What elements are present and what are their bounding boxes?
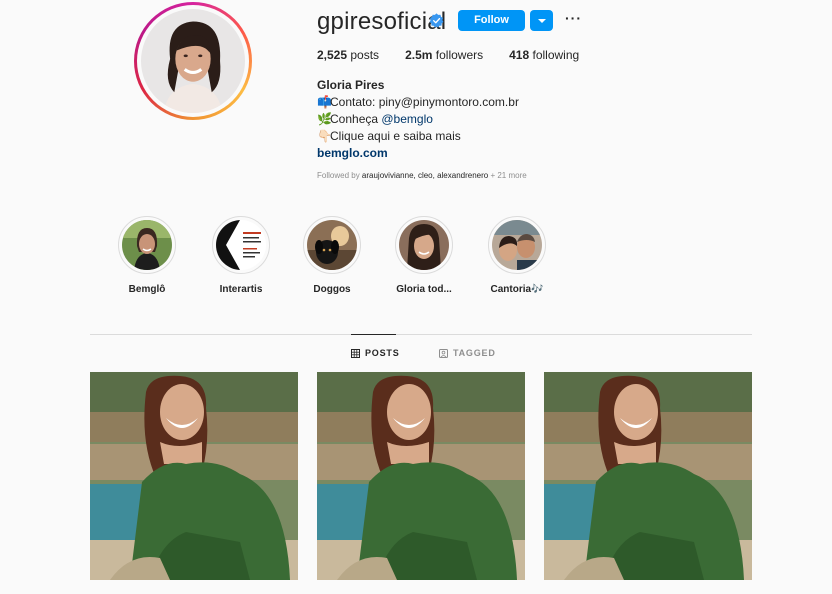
highlight-cover <box>492 220 542 270</box>
bio-contact-text: Contato: piny@pinymontoro.com.br <box>330 95 519 109</box>
mailbox-icon: 📫 <box>317 95 332 109</box>
highlight-cover <box>399 220 449 270</box>
followed-by-prefix: Followed by <box>317 171 362 180</box>
highlight-cover-image <box>307 220 357 270</box>
tab-tagged[interactable]: TAGGED <box>439 348 496 358</box>
followed-by-text[interactable]: Followed by araujovivianne, cleo, alexan… <box>317 171 527 180</box>
post-thumbnail[interactable] <box>317 372 525 580</box>
pointing-down-icon: 👇🏻 <box>317 129 332 143</box>
herb-icon: 🌿 <box>317 112 332 126</box>
highlight-ring <box>212 216 270 274</box>
followers-count-value: 2.5m <box>405 48 433 62</box>
highlight-cover-image <box>399 220 449 270</box>
following-link[interactable]: 418 following <box>509 48 579 62</box>
follow-button[interactable]: Follow <box>458 10 525 31</box>
posts-count-label: posts <box>350 48 380 62</box>
more-options-icon[interactable]: ··· <box>565 9 581 27</box>
highlight-label: Interartis <box>219 284 263 295</box>
profile-bio: Gloria Pires 📫Contato: piny@pinymontoro.… <box>317 77 519 162</box>
highlight-ring <box>303 216 361 274</box>
highlight-interartis[interactable]: Interartis <box>206 216 276 295</box>
bio-cta-line: 👇🏻Clique aqui e saiba mais <box>317 128 519 145</box>
highlight-label: Cantoria🎶 <box>490 284 544 295</box>
highlight-cover-image <box>216 220 266 270</box>
avatar <box>141 9 245 113</box>
following-count-value: 418 <box>509 48 530 62</box>
highlight-ring <box>395 216 453 274</box>
highlight-cover <box>216 220 266 270</box>
avatar-border <box>137 5 249 117</box>
post-image <box>317 372 525 580</box>
highlight-cover <box>307 220 357 270</box>
highlight-cover-image <box>492 220 542 270</box>
highlight-ring <box>118 216 176 274</box>
grid-icon <box>351 348 360 358</box>
post-thumbnail[interactable] <box>90 372 298 580</box>
tab-posts-label: POSTS <box>365 348 400 358</box>
highlight-ring <box>488 216 546 274</box>
highlight-cover <box>122 220 172 270</box>
posts-count-value: 2,525 <box>317 48 348 62</box>
avatar-photo <box>141 9 245 113</box>
post-image <box>544 372 752 580</box>
bio-cta-text: Clique aqui e saiba mais <box>330 129 461 143</box>
highlight-gloria-todos[interactable]: Gloria tod... <box>389 216 459 295</box>
tab-tagged-label: TAGGED <box>453 348 496 358</box>
following-label: following <box>532 48 580 62</box>
highlight-doggos[interactable]: Doggos <box>297 216 367 295</box>
bio-contact-line: 📫Contato: piny@pinymontoro.com.br <box>317 94 519 111</box>
followers-link[interactable]: 2.5m followers <box>405 48 483 62</box>
post-thumbnail[interactable] <box>544 372 752 580</box>
bio-brand-text: Conheça <box>330 112 382 126</box>
tag-user-icon <box>439 348 448 358</box>
website-link[interactable]: bemglo.com <box>317 145 519 162</box>
highlight-label: Bemglô <box>128 284 166 295</box>
profile-full-name: Gloria Pires <box>317 78 385 92</box>
highlight-label: Gloria tod... <box>396 284 452 295</box>
highlight-cover-image <box>122 220 172 270</box>
active-tab-indicator <box>351 334 396 335</box>
posts-count: 2,525 posts <box>317 48 379 62</box>
tabs-divider <box>90 334 752 335</box>
highlight-label: Doggos <box>313 284 351 295</box>
highlight-bemglo[interactable]: Bemglô <box>112 216 182 295</box>
highlight-cantoria[interactable]: Cantoria🎶 <box>482 216 552 295</box>
profile-avatar-ring[interactable] <box>134 2 252 120</box>
bemglo-mention-link[interactable]: @bemglo <box>381 112 433 126</box>
post-image <box>90 372 298 580</box>
bio-brand-line: 🌿Conheça @bemglo <box>317 111 519 128</box>
profile-stats: 2,525 posts 2.5m followers 418 following <box>317 48 605 62</box>
verified-badge-icon <box>429 13 444 28</box>
profile-username: gpiresoficial <box>317 8 447 35</box>
suggested-accounts-dropdown-button[interactable] <box>530 10 553 31</box>
followed-by-suffix: + 21 more <box>488 171 527 180</box>
followed-by-names: araujovivianne, cleo, alexandrenero <box>361 171 489 180</box>
followers-label: followers <box>435 48 484 62</box>
tab-posts[interactable]: POSTS <box>351 348 400 358</box>
